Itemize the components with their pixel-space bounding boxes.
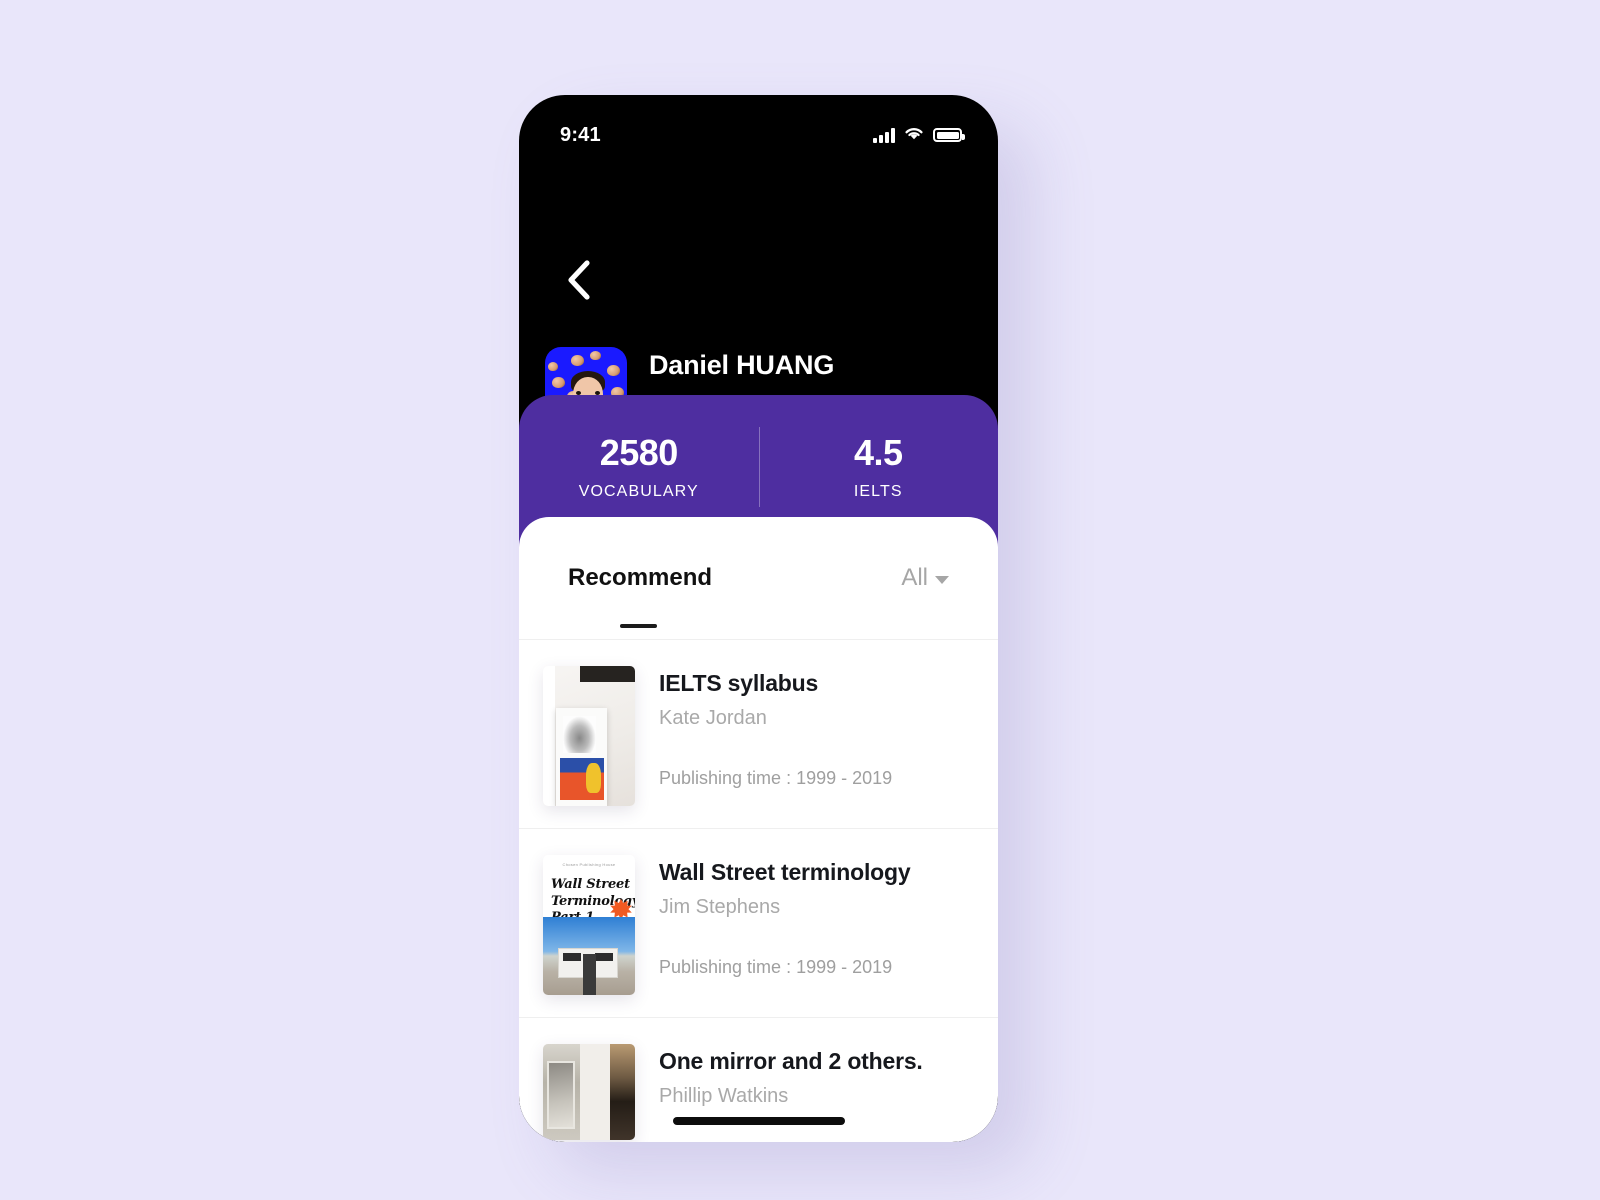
book-author: Jim Stephens <box>659 896 781 918</box>
book-title: IELTS syllabus <box>659 670 819 696</box>
book-publishing-time: Publishing time : 1999 - 2019 <box>659 957 893 977</box>
battery-full-icon <box>933 128 965 142</box>
status-bar: 9:41 <box>519 95 998 159</box>
stat-ielts-label: IELTS <box>853 483 903 501</box>
tab-row: Recommend All <box>519 517 998 640</box>
stat-ielts[interactable]: 4.5 IELTS <box>759 432 999 501</box>
filter-dropdown-label: All <box>901 564 928 591</box>
content-card: Recommend All IELTS syllabus Kate Jordan… <box>519 517 998 1142</box>
profile-name: Daniel HUANG <box>649 349 835 380</box>
mirror-interior-cover-thumbnail <box>543 1044 635 1140</box>
wall-street-terminology-cover-thumbnail: Chosen Publishing House Wall Street Term… <box>543 855 635 995</box>
magazine-cover-thumbnail <box>543 666 635 806</box>
filter-dropdown[interactable]: All <box>901 564 949 592</box>
wifi-icon <box>903 125 925 146</box>
book-publishing-time: Publishing time : 1999 - 2019 <box>659 768 893 788</box>
stat-vocabulary-value: 2580 <box>599 432 679 473</box>
book-list: IELTS syllabus Kate Jordan Publishing ti… <box>519 640 998 1142</box>
stat-vocabulary[interactable]: 2580 VOCABULARY <box>519 432 759 501</box>
cellular-signal-icon <box>873 127 895 143</box>
book-author: Phillip Watkins <box>659 1085 789 1107</box>
book-title: Wall Street terminology <box>659 859 911 885</box>
phone-screen: 9:41 Daniel HUANG 2580 VOCABULARY 4.5 IE… <box>519 95 998 1142</box>
book-author: Kate Jordan <box>659 707 767 729</box>
home-indicator-bar[interactable] <box>672 1117 845 1125</box>
book-title: One mirror and 2 others. <box>659 1048 923 1074</box>
chevron-left-icon <box>568 260 590 300</box>
book-list-item[interactable]: IELTS syllabus Kate Jordan Publishing ti… <box>519 640 998 829</box>
book-meta: Wall Street terminology Jim Stephens Pub… <box>659 855 974 995</box>
tab-recommend[interactable]: Recommend <box>568 564 712 592</box>
cover-publisher-text: Chosen Publishing House <box>562 862 616 867</box>
book-meta: IELTS syllabus Kate Jordan Publishing ti… <box>659 666 974 806</box>
caret-down-icon <box>935 576 949 584</box>
status-bar-time: 9:41 <box>560 123 601 146</box>
stat-vocabulary-label: VOCABULARY <box>578 483 699 501</box>
active-tab-indicator <box>620 624 657 628</box>
status-bar-icons <box>873 125 965 146</box>
book-list-item[interactable]: Chosen Publishing House Wall Street Term… <box>519 829 998 1018</box>
stat-ielts-value: 4.5 <box>853 432 903 473</box>
book-meta: One mirror and 2 others. Phillip Watkins <box>659 1044 974 1140</box>
back-button[interactable] <box>549 250 609 310</box>
